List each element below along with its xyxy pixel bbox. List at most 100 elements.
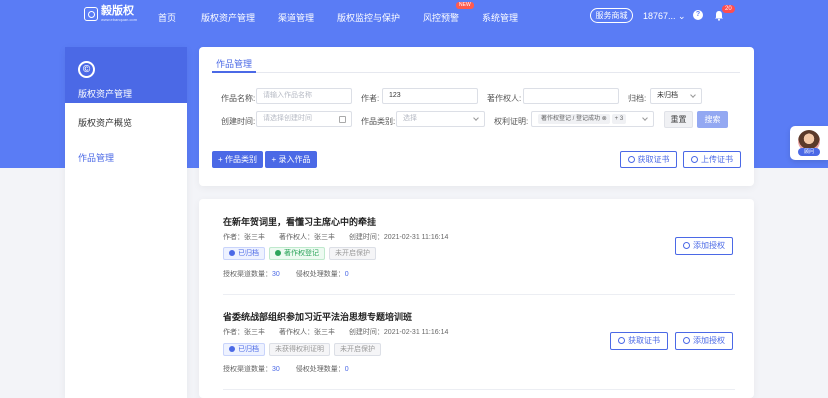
work-title[interactable]: 在新年贺词里，看懂习主席心中的牵挂 xyxy=(223,215,376,228)
channel-count-label: 授权渠道数量： xyxy=(223,366,272,373)
tab-divider xyxy=(212,72,740,73)
check-icon xyxy=(229,250,235,256)
customer-service-widget[interactable]: 顾问 xyxy=(790,126,828,160)
work-name-input[interactable]: 请输入作品名称 xyxy=(256,88,352,104)
status-badge: 著作权登记 xyxy=(269,247,325,260)
type-select[interactable]: 选择 xyxy=(396,111,485,127)
work-author: 作者：张三丰 xyxy=(223,329,265,336)
user-phone-menu[interactable]: 18767... ⌄ xyxy=(643,11,686,22)
get-certificate-label: 获取证书 xyxy=(628,336,660,345)
work-name-label: 作品名称: xyxy=(221,94,256,103)
type-placeholder: 选择 xyxy=(403,115,417,122)
owner-input[interactable] xyxy=(523,88,619,104)
type-label: 作品类别: xyxy=(361,117,396,126)
nav-copyright-assets[interactable]: 版权资产管理 xyxy=(201,11,255,24)
work-stats: 授权渠道数量：30 侵权处理数量：0 xyxy=(223,364,363,374)
created-placeholder: 请选择创建时间 xyxy=(263,115,312,122)
check-icon xyxy=(229,346,235,352)
infringe-count-label: 侵权处理数量： xyxy=(295,366,345,373)
proof-tag[interactable]: 著作权登记 / 登记成功 ⊗ xyxy=(538,114,610,124)
created-label: 创建时间: xyxy=(221,117,256,126)
upload-certificate-label: 上传证书 xyxy=(701,155,733,164)
work-tags: 已归档 未获得权利证明 未开启保护 xyxy=(223,343,385,356)
upload-certificate-button[interactable]: 上传证书 xyxy=(683,151,741,168)
status-badge: 已归档 xyxy=(223,343,265,356)
proof-more-tag: + 3 xyxy=(611,114,627,124)
sidebar-title: 版权资产管理 xyxy=(78,89,133,99)
status-badge-text: 已归档 xyxy=(238,346,259,353)
work-stats: 授权渠道数量：30 侵权处理数量：0 xyxy=(223,269,363,279)
status-badge: 未开启保护 xyxy=(329,247,376,260)
service-mall-button[interactable]: 服务商城 xyxy=(590,8,633,23)
chevron-down-icon: ⌄ xyxy=(678,11,686,21)
author-label: 作者: xyxy=(361,94,380,103)
infringe-count-label: 侵权处理数量： xyxy=(295,271,345,278)
nav-channels[interactable]: 渠道管理 xyxy=(278,11,314,24)
archive-label: 归档: xyxy=(628,94,647,103)
add-authorization-button[interactable]: 添加授权 xyxy=(675,332,733,350)
chevron-down-icon xyxy=(642,115,648,121)
logo-icon xyxy=(84,7,98,21)
proof-select[interactable]: 著作权登记 / 登记成功 ⊗ + 3 xyxy=(531,111,654,127)
brand-name: 毅版权 xyxy=(101,5,134,17)
chevron-down-icon xyxy=(473,115,479,121)
import-work-button[interactable]: + 录入作品 xyxy=(265,151,317,168)
service-label: 顾问 xyxy=(798,148,820,156)
channel-count[interactable]: 30 xyxy=(272,366,280,373)
notification-count: 20 xyxy=(722,5,735,13)
user-phone: 18767... xyxy=(643,11,676,21)
infringe-count[interactable]: 0 xyxy=(345,271,349,278)
reset-button[interactable]: 重置 xyxy=(664,111,693,128)
status-badge: 已归档 xyxy=(223,247,265,260)
search-button[interactable]: 搜索 xyxy=(697,111,728,128)
status-badge: 未开启保护 xyxy=(334,343,381,356)
infringe-count[interactable]: 0 xyxy=(345,366,349,373)
work-created: 创建时间：2021-02-31 11:16:14 xyxy=(348,234,449,241)
channel-count[interactable]: 30 xyxy=(272,271,280,278)
status-badge-text: 已归档 xyxy=(238,250,259,257)
status-badge-text: 著作权登记 xyxy=(284,250,319,257)
owner-label: 著作权人: xyxy=(487,94,522,103)
brand-logo[interactable]: 毅版权 www.ebanquan.com xyxy=(84,6,137,22)
upload-icon xyxy=(691,156,698,163)
calendar-icon xyxy=(339,116,346,123)
new-badge: NEW xyxy=(456,2,474,9)
created-date-picker[interactable]: 请选择创建时间 xyxy=(256,111,352,127)
certificate-icon xyxy=(627,156,635,163)
work-tags: 已归档 著作权登记 未开启保护 xyxy=(223,247,380,260)
add-authorization-label: 添加授权 xyxy=(693,336,725,345)
get-certificate-label: 获取证书 xyxy=(637,155,670,164)
search-panel: 作品管理 作品名称: 请输入作品名称 作者: 123 著作权人: 归档: 未归档… xyxy=(199,47,754,186)
copyright-icon: © xyxy=(78,61,95,78)
list-divider xyxy=(223,389,735,390)
sidebar-item-works[interactable]: 作品管理 xyxy=(78,151,114,164)
close-icon[interactable]: ⊗ xyxy=(602,116,607,122)
nav-monitor-protect[interactable]: 版权监控与保护 xyxy=(337,11,400,24)
work-meta: 作者：张三丰 著作权人：张三丰 创建时间：2021-02-31 11:16:14 xyxy=(223,232,460,242)
add-authorization-label: 添加授权 xyxy=(693,241,725,250)
add-authorization-button[interactable]: 添加授权 xyxy=(675,237,733,255)
get-certificate-button[interactable]: 获取证书 xyxy=(610,332,668,350)
work-created: 创建时间：2021-02-31 11:16:14 xyxy=(348,329,449,336)
tab-active-indicator xyxy=(212,71,256,73)
work-title[interactable]: 省委统战部组织参加习近平法治思想专题培训班 xyxy=(223,310,412,323)
nav-risk-warning[interactable]: 风控预警 xyxy=(423,11,459,24)
archive-select[interactable]: 未归档 xyxy=(650,88,702,104)
work-author: 作者：张三丰 xyxy=(223,234,265,241)
chevron-down-icon xyxy=(690,92,696,98)
list-divider xyxy=(223,294,735,295)
author-input[interactable]: 123 xyxy=(382,88,478,104)
tab-works[interactable]: 作品管理 xyxy=(216,57,252,70)
nav-system[interactable]: 系统管理 xyxy=(482,11,518,24)
get-certificate-button[interactable]: 获取证书 xyxy=(620,151,677,168)
top-navbar: 毅版权 www.ebanquan.com 首页 版权资产管理 渠道管理 版权监控… xyxy=(0,0,828,31)
nav-home[interactable]: 首页 xyxy=(158,11,176,24)
proof-label: 权利证明: xyxy=(494,117,529,126)
certificate-icon xyxy=(618,337,625,344)
sidebar-header: © 版权资产管理 xyxy=(65,47,187,103)
work-meta: 作者：张三丰 著作权人：张三丰 创建时间：2021-02-31 11:16:14 xyxy=(223,327,460,337)
help-icon[interactable]: ? xyxy=(693,10,703,20)
sidebar-item-overview[interactable]: 版权资产概览 xyxy=(78,116,132,129)
add-category-button[interactable]: + 作品类别 xyxy=(212,151,263,168)
works-list: 在新年贺词里，看懂习主席心中的牵挂 作者：张三丰 著作权人：张三丰 创建时间：2… xyxy=(199,199,754,398)
